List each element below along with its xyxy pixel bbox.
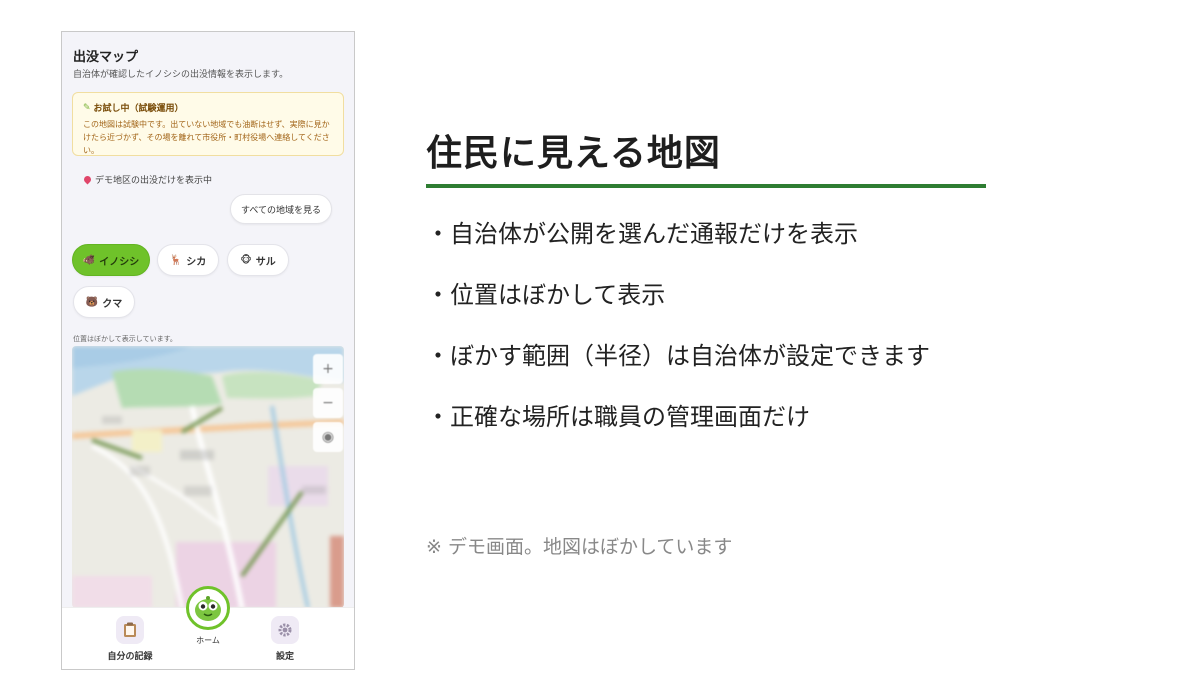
zoom-out-button[interactable]: −: [313, 388, 343, 418]
location-pin-icon: [82, 174, 93, 185]
notice-body-line: この地図は試験中です。出ていない地域でも油断はせず、実際に見か: [83, 120, 330, 129]
sighting-map[interactable]: + − ◉: [72, 346, 344, 608]
gear-icon: [271, 616, 299, 644]
phone-mockup: 出没マップ 自治体が確認したイノシシの出没情報を表示します。 ✎ お試し中（試験…: [61, 31, 355, 670]
home-button[interactable]: [186, 586, 230, 630]
nav-label: 自分の記録: [107, 652, 153, 662]
map-tiles: [72, 346, 344, 608]
mascot-icon: [195, 596, 221, 621]
filter-chip-boar[interactable]: 🐗 イノシシ: [72, 244, 150, 276]
bullet-item: ・正確な場所は職員の管理画面だけ: [426, 403, 810, 431]
nav-item-records[interactable]: 自分の記録: [90, 616, 170, 662]
notice-body-line: けたら近づかず、その場を離れて市役所・町村役場へ連絡してください。: [83, 133, 330, 155]
notice-body: この地図は試験中です。出ていない地域でも油断はせず、実際に見か けたら近づかず、…: [83, 118, 333, 157]
filter-chip-label: サル: [255, 256, 276, 268]
monkey-icon: 🐵: [240, 254, 252, 266]
notice-heading: ✎ お試し中（試験運用）: [83, 101, 333, 115]
trial-notice: ✎ お試し中（試験運用） この地図は試験中です。出ていない地域でも油断はせず、実…: [72, 92, 344, 156]
filter-chip-deer[interactable]: 🦌 シカ: [157, 244, 219, 276]
locate-button[interactable]: ◉: [313, 422, 343, 452]
filter-chip-bear[interactable]: 🐻 クマ: [73, 286, 135, 318]
boar-icon: 🐗: [82, 254, 96, 266]
bullet-item: ・ぼかす範囲（半径）は自治体が設定できます: [426, 342, 930, 370]
nav-item-settings[interactable]: 設定: [245, 616, 325, 662]
filter-chip-label: シカ: [186, 256, 207, 268]
clipboard-icon: [116, 616, 144, 644]
nav-label: 設定: [275, 652, 294, 662]
title-divider: [426, 184, 986, 188]
map-controls: + − ◉: [313, 354, 343, 452]
page-subtitle: 自治体が確認したイノシシの出没情報を表示します。: [73, 70, 289, 80]
notice-heading-text: お試し中（試験運用）: [93, 104, 184, 114]
filter-chip-label: クマ: [102, 298, 123, 310]
leaf-icon: ✎: [83, 102, 91, 113]
all-areas-button[interactable]: すべての地域を見る: [229, 194, 332, 224]
deer-icon: 🦌: [169, 254, 183, 266]
filter-chip-monkey[interactable]: 🐵 サル: [227, 244, 289, 276]
slide-title: 住民に見える地図: [426, 133, 721, 174]
map-blur-note: 位置はぼかして表示しています。: [73, 335, 177, 343]
page-title: 出没マップ: [73, 50, 139, 65]
bullet-item: ・位置はぼかして表示: [426, 281, 666, 309]
nav-label-home: ホーム: [196, 636, 220, 645]
area-status-text: デモ地区の出没だけを表示中: [95, 176, 213, 186]
bottom-nav: 自分の記録 ホーム 設定: [62, 586, 354, 669]
area-status: デモ地区の出没だけを表示中: [82, 173, 213, 186]
filter-chip-label: イノシシ: [99, 256, 140, 268]
zoom-in-button[interactable]: +: [313, 354, 343, 384]
bullet-item: ・自治体が公開を選んだ通報だけを表示: [426, 220, 858, 248]
bear-icon: 🐻: [85, 296, 99, 308]
footnote: ※ デモ画面。地図はぼかしています: [426, 536, 733, 558]
bullet-list: ・自治体が公開を選んだ通報だけを表示 ・位置はぼかして表示 ・ぼかす範囲（半径）…: [426, 214, 930, 458]
